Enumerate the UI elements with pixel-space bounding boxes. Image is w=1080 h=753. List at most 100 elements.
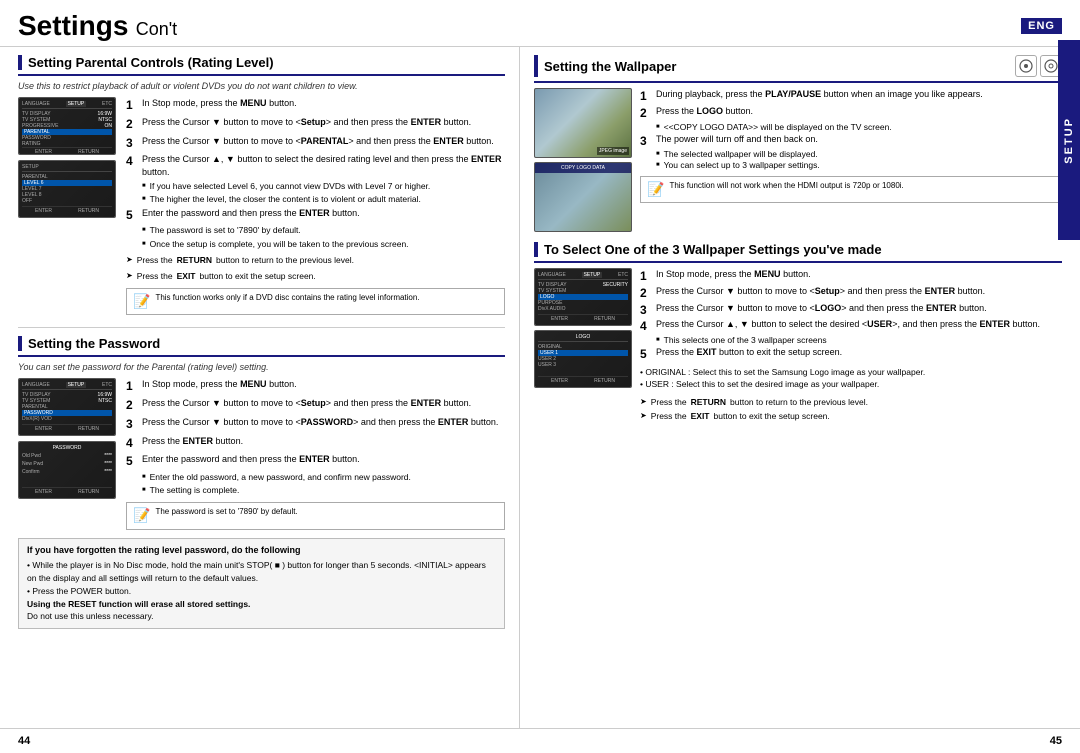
parental-instructions: 1 In Stop mode, press the MENU button. 2… xyxy=(126,97,505,315)
copy-logo-overlay: COPY LOGO DATA xyxy=(535,163,631,173)
ws-step-1: 1 In Stop mode, press the MENU button. xyxy=(640,268,1062,285)
copy-logo-screen: COPY LOGO DATA xyxy=(534,162,632,232)
ws-arrow-exit: Press the EXIT button to exit the setup … xyxy=(640,411,1062,422)
section-divider xyxy=(18,74,505,76)
page-num-left: 44 xyxy=(18,735,30,747)
wp-info-note: 📝 This function will not work when the H… xyxy=(640,176,1062,204)
wp-step-3: 3 The power will turn off and then back … xyxy=(640,133,1062,150)
wallpaper-instructions: 1 During playback, press the PLAY/PAUSE … xyxy=(640,88,1062,232)
wallpaper-icons xyxy=(1015,55,1062,77)
wallpaper-select-title: To Select One of the 3 Wallpaper Setting… xyxy=(544,242,882,257)
wallpaper-screen-1: JPEG image xyxy=(534,88,632,158)
password-screens: LANGUAGE SETUP ETC TV DISPLAY16:9W TV SY… xyxy=(18,378,118,530)
wp-step-2: 2 Press the LOGO button. xyxy=(640,105,1062,122)
ws-screen-2: LOGO ORIGINAL USER 1 USER 2 USER 3 ENTER… xyxy=(534,330,632,388)
main-content: Setting Parental Controls (Rating Level)… xyxy=(0,47,1080,728)
wp-step-1: 1 During playback, press the PLAY/PAUSE … xyxy=(640,88,1062,105)
page-num-right: 45 xyxy=(1050,735,1062,747)
eng-badge: ENG xyxy=(1021,18,1062,34)
password-divider xyxy=(18,355,505,357)
parental-section-title: Setting Parental Controls (Rating Level) xyxy=(28,55,274,70)
pwd-step-3: 3 Press the Cursor ▼ button to move to <… xyxy=(126,416,505,433)
wallpaper-divider xyxy=(534,81,1062,83)
password-section: Setting the Password You can set the pas… xyxy=(18,327,505,629)
pwd-step-2: 2 Press the Cursor ▼ button to move to <… xyxy=(126,397,505,414)
wp-bullet-3b: You can select up to 3 wallpaper setting… xyxy=(640,160,1062,171)
step-3: 3 Press the Cursor ▼ button to move to <… xyxy=(126,135,505,152)
wallpaper-select-divider xyxy=(534,261,1062,263)
wallpaper-select-header: To Select One of the 3 Wallpaper Setting… xyxy=(534,242,1062,257)
ws-bullet-4a: This selects one of the 3 wallpaper scre… xyxy=(640,335,1062,346)
wallpaper-screens: JPEG image COPY LOGO DATA xyxy=(534,88,634,232)
warning-title: If you have forgotten the rating level p… xyxy=(27,544,496,558)
parental-screen-1: LANGUAGE SETUP ETC TV DISPLAY16:9W TV SY… xyxy=(18,97,116,155)
ws-screen-1: LANGUAGE SETUP ETC TV DISPLAYSECURITY TV… xyxy=(534,268,632,326)
info-note-2-text: The password is set to '7890' by default… xyxy=(155,506,297,517)
bullet-5b: Once the setup is complete, you will be … xyxy=(126,239,505,250)
wallpaper-overlay: JPEG image xyxy=(597,147,629,155)
wp-bullet-3a: The selected wallpaper will be displayed… xyxy=(640,149,1062,160)
title-main: Settings xyxy=(18,10,128,41)
step-1: 1 In Stop mode, press the MENU button. xyxy=(126,97,505,114)
pwd-bullet-5b: The setting is complete. xyxy=(126,485,505,496)
dvd-icon xyxy=(1015,55,1037,77)
info-note-2: 📝 The password is set to '7890' by defau… xyxy=(126,502,505,530)
pwd-step-5: 5 Enter the password and then press the … xyxy=(126,453,505,470)
password-screen-2: PASSWORD Old Pwd **** New Pwd **** xyxy=(18,441,116,499)
ws-step-2: 2 Press the Cursor ▼ button to move to <… xyxy=(640,285,1062,302)
password-instructions: 1 In Stop mode, press the MENU button. 2… xyxy=(126,378,505,530)
page-title: Settings Con't xyxy=(18,10,177,42)
bullet-4b: The higher the level, the closer the con… xyxy=(126,194,505,205)
wp-info-text: This function will not work when the HDM… xyxy=(669,180,903,191)
step-4: 4 Press the Cursor ▲, ▼ button to select… xyxy=(126,153,505,178)
info-note-1: 📝 This function works only if a DVD disc… xyxy=(126,288,505,316)
ws-footer-1: • ORIGINAL : Select this to set the Sams… xyxy=(640,367,1062,379)
pwd-step-1: 1 In Stop mode, press the MENU button. xyxy=(126,378,505,395)
page-header: Settings Con't ENG xyxy=(0,0,1080,47)
parental-italic-note: Use this to restrict playback of adult o… xyxy=(18,81,505,91)
left-column: Setting Parental Controls (Rating Level)… xyxy=(0,47,520,728)
password-italic-note: You can set the password for the Parenta… xyxy=(18,362,505,372)
password-screen-1: LANGUAGE SETUP ETC TV DISPLAY16:9W TV SY… xyxy=(18,378,116,436)
wallpaper-select-screens: LANGUAGE SETUP ETC TV DISPLAYSECURITY TV… xyxy=(534,268,634,422)
wallpaper-select-body: LANGUAGE SETUP ETC TV DISPLAYSECURITY TV… xyxy=(534,268,1062,422)
page-wrapper: Settings Con't ENG Setting Parental Cont… xyxy=(0,0,1080,753)
warning-text2: • Press the POWER button. xyxy=(27,585,496,598)
wallpaper-section: Setting the Wallpaper xyxy=(534,55,1062,232)
ws-step-3: 3 Press the Cursor ▼ button to move to <… xyxy=(640,302,1062,319)
arrow-exit: Press the EXIT button to exit the setup … xyxy=(126,271,505,282)
wallpaper-select-section: To Select One of the 3 Wallpaper Setting… xyxy=(534,242,1062,422)
right-column: Setting the Wallpaper xyxy=(520,47,1080,728)
ws-step-5: 5 Press the EXIT button to exit the setu… xyxy=(640,346,1062,363)
bullet-4a: If you have selected Level 6, you cannot… xyxy=(126,181,505,192)
info-icon-2: 📝 xyxy=(133,506,150,526)
warning-box: If you have forgotten the rating level p… xyxy=(18,538,505,629)
step-5: 5 Enter the password and then press the … xyxy=(126,207,505,224)
parental-screens: LANGUAGE SETUP ETC TV DISPLAY16:9W TV SY… xyxy=(18,97,118,315)
password-body: LANGUAGE SETUP ETC TV DISPLAY16:9W TV SY… xyxy=(18,378,505,530)
parental-body: LANGUAGE SETUP ETC TV DISPLAY16:9W TV SY… xyxy=(18,97,505,315)
ws-footer-2: • USER : Select this to set the desired … xyxy=(640,379,1062,391)
parental-screen-2: SETUP PARENTAL LEVEL 6 LEVEL 7 LEVEL 8 O… xyxy=(18,160,116,218)
title-subtitle: Con't xyxy=(136,19,177,39)
ws-step-4: 4 Press the Cursor ▲, ▼ button to select… xyxy=(640,318,1062,335)
pwd-step-4: 4 Press the ENTER button. xyxy=(126,435,505,452)
setup-label: SETUP xyxy=(1063,117,1075,164)
wallpaper-section-title: Setting the Wallpaper xyxy=(544,59,676,74)
pwd-bullet-5a: Enter the old password, a new password, … xyxy=(126,472,505,483)
wallpaper-body: JPEG image COPY LOGO DATA 1 During playb… xyxy=(534,88,1062,232)
info-icon: 📝 xyxy=(133,292,150,312)
setup-sidebar: SETUP xyxy=(1058,40,1080,240)
wp-info-icon: 📝 xyxy=(647,180,664,200)
info-note-text: This function works only if a DVD disc c… xyxy=(155,292,419,303)
wp-bullet-2a: <<COPY LOGO DATA>> will be displayed on … xyxy=(640,122,1062,133)
parental-controls-section: Setting Parental Controls (Rating Level)… xyxy=(18,55,505,315)
warning-bold1: Using the RESET function will erase all … xyxy=(27,598,496,611)
step-2: 2 Press the Cursor ▼ button to move to <… xyxy=(126,116,505,133)
parental-section-header: Setting Parental Controls (Rating Level) xyxy=(18,55,505,70)
warning-text3: Do not use this unless necessary. xyxy=(27,610,496,623)
warning-text1: • While the player is in No Disc mode, h… xyxy=(27,559,496,585)
ws-arrow-return: Press the RETURN button to return to the… xyxy=(640,397,1062,408)
bullet-5a: The password is set to '7890' by default… xyxy=(126,225,505,236)
password-section-header: Setting the Password xyxy=(18,336,505,351)
